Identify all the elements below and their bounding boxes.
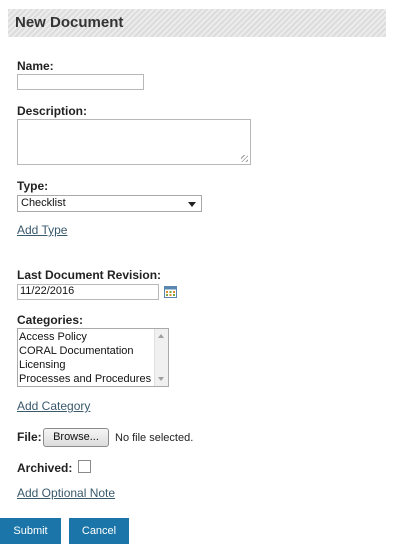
archived-checkbox[interactable] <box>78 460 91 473</box>
revision-label: Last Document Revision: <box>17 268 162 282</box>
revision-date-field[interactable]: 11/22/2016 <box>17 284 159 300</box>
type-select[interactable]: Checklist <box>17 195 202 212</box>
chevron-down-icon <box>188 202 196 207</box>
revision-date-value: 11/22/2016 <box>20 285 75 297</box>
listbox-scrollbar[interactable] <box>154 329 168 386</box>
categories-listbox[interactable]: Access Policy CORAL Documentation Licens… <box>17 328 169 387</box>
submit-button[interactable]: Submit <box>0 518 61 544</box>
list-item[interactable]: CORAL Documentation <box>19 345 134 357</box>
archived-label: Archived: <box>17 461 73 475</box>
panel-header: New Document <box>8 9 386 37</box>
name-label: Name: <box>17 59 54 73</box>
scroll-up-icon[interactable] <box>158 334 164 338</box>
list-item[interactable]: Licensing <box>19 359 65 371</box>
categories-label: Categories: <box>17 313 84 327</box>
description-field[interactable] <box>17 119 251 165</box>
cancel-button[interactable]: Cancel <box>69 518 129 544</box>
browse-button[interactable]: Browse... <box>43 428 109 447</box>
add-note-link[interactable]: Add Optional Note <box>17 486 115 500</box>
add-category-link[interactable]: Add Category <box>17 399 90 413</box>
calendar-icon[interactable] <box>164 286 177 298</box>
list-item[interactable]: Access Policy <box>19 331 87 343</box>
name-field[interactable] <box>17 74 144 90</box>
type-select-value: Checklist <box>21 197 66 209</box>
add-type-link[interactable]: Add Type <box>17 223 67 237</box>
description-label: Description: <box>17 104 88 118</box>
type-label: Type: <box>17 179 49 193</box>
scroll-down-icon[interactable] <box>158 377 164 381</box>
list-item[interactable]: Processes and Procedures <box>19 373 151 385</box>
file-label: File: <box>17 430 42 444</box>
file-status: No file selected. <box>115 432 194 444</box>
page-title: New Document <box>15 14 124 31</box>
resize-grip-icon[interactable] <box>241 155 248 162</box>
